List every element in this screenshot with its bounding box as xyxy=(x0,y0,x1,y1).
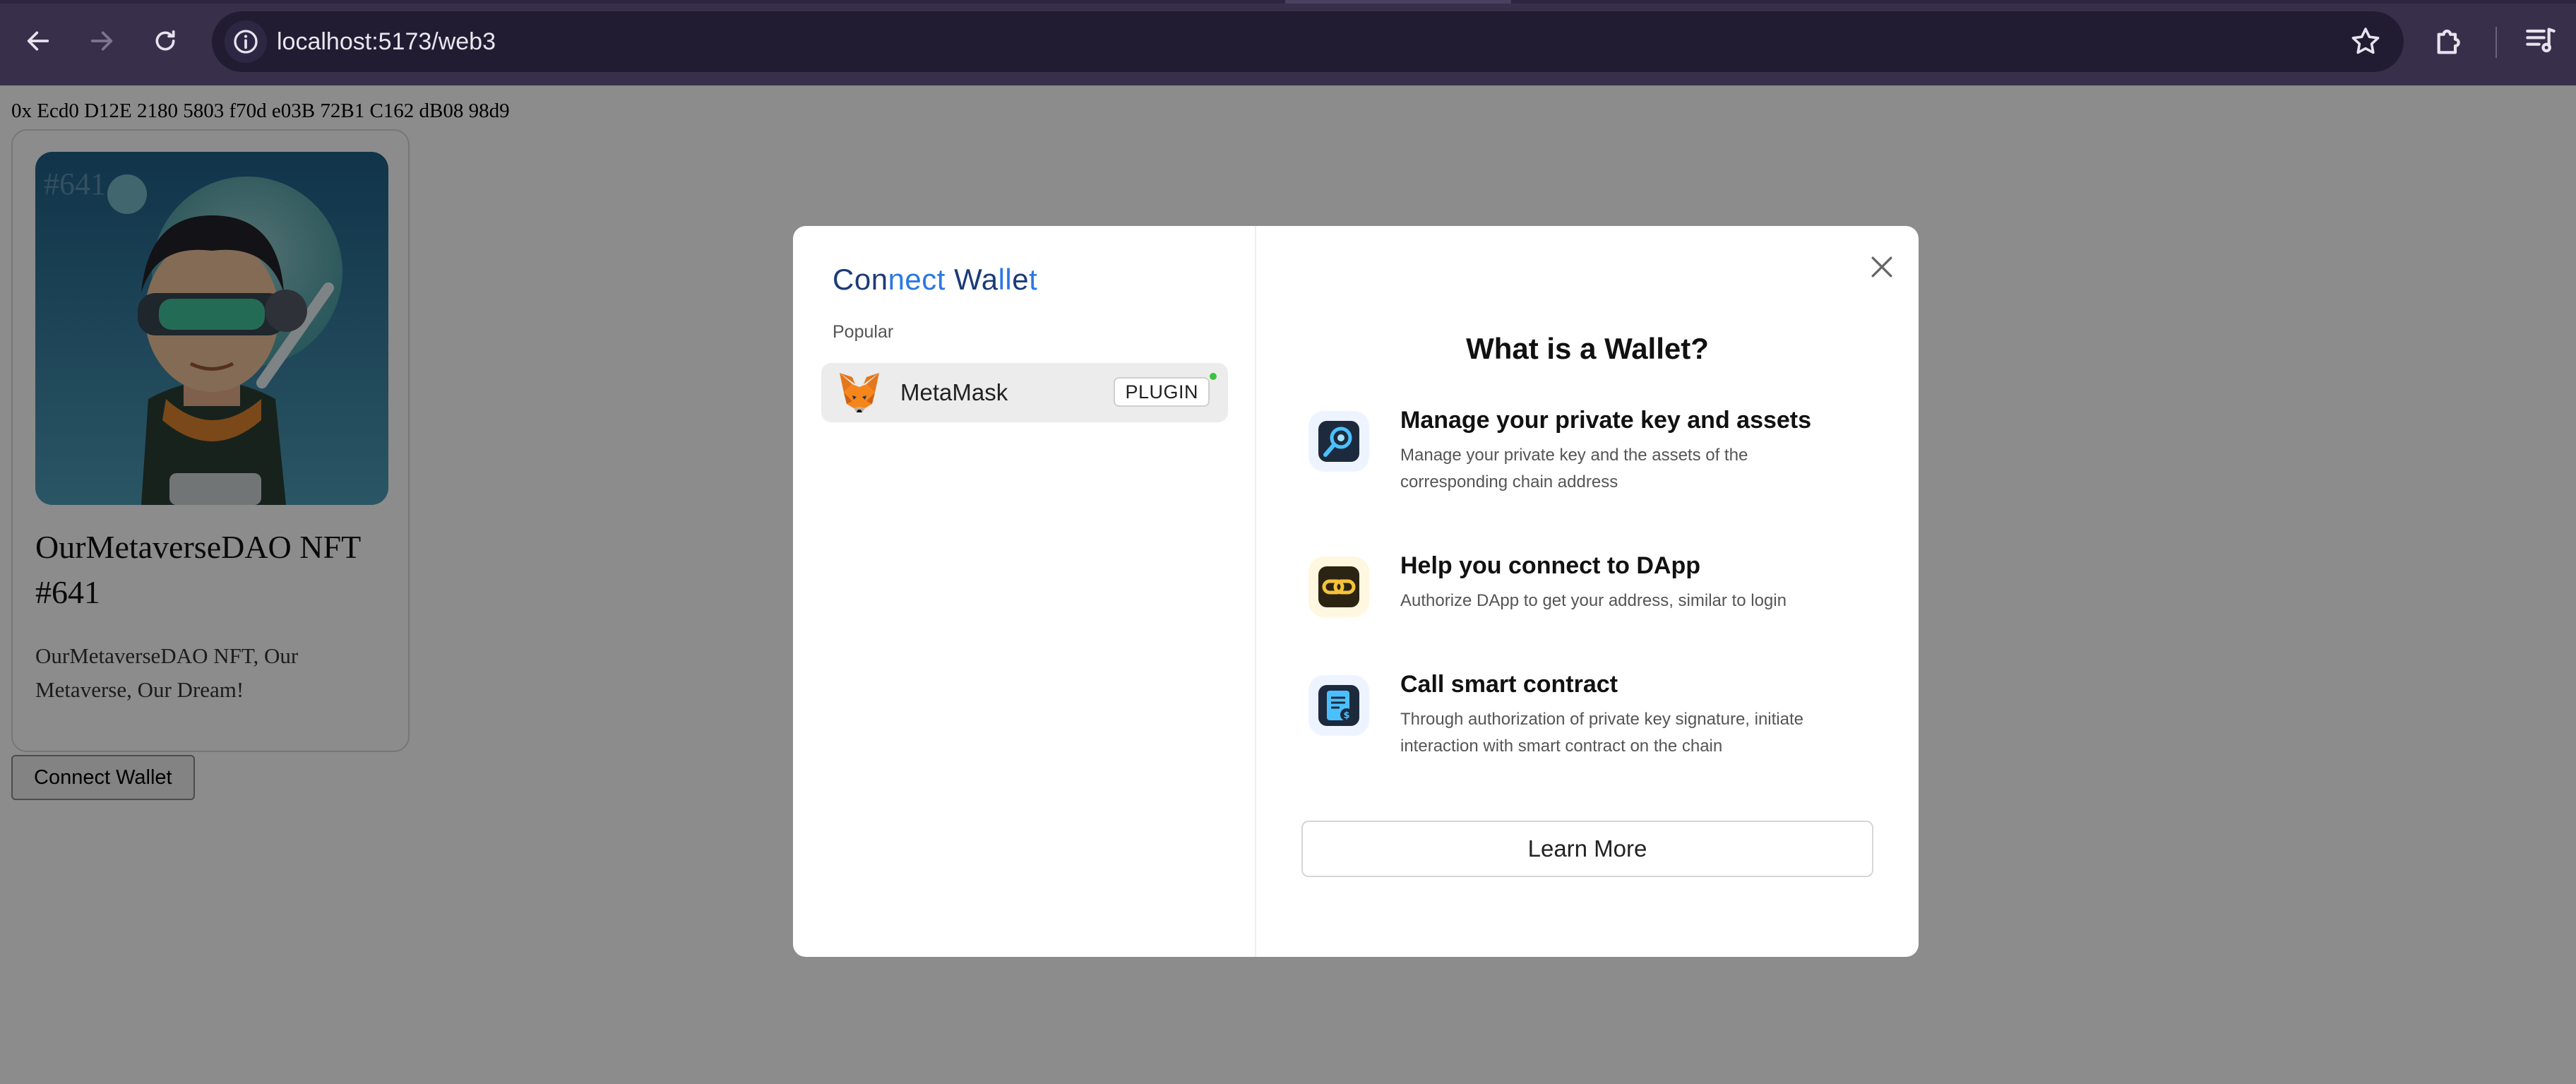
forward-button[interactable] xyxy=(79,18,124,64)
puzzle-icon[interactable] xyxy=(2431,21,2470,61)
feature-description: Authorize DApp to get your address, simi… xyxy=(1400,591,1787,610)
wallet-option-metamask[interactable]: MetaMask PLUGIN xyxy=(821,363,1228,422)
site-info-button[interactable] xyxy=(225,20,267,63)
title-part: Wa xyxy=(945,263,998,296)
link-icon xyxy=(1308,556,1369,617)
learn-more-button[interactable]: Learn More xyxy=(1301,821,1873,877)
close-icon xyxy=(1871,256,1892,278)
reload-button[interactable] xyxy=(143,18,188,64)
info-title: What is a Wallet? xyxy=(1466,332,1709,365)
title-part: ll xyxy=(998,263,1013,296)
svg-text:$: $ xyxy=(1343,710,1349,721)
modal-title: Connect Wallet xyxy=(833,263,1037,297)
address-bar[interactable]: localhost:5173/web3 xyxy=(212,11,2404,72)
feature-title: Manage your private key and assets xyxy=(1400,407,1812,434)
title-part: nect xyxy=(888,263,946,296)
media-controls-icon[interactable] xyxy=(2521,21,2560,61)
site-info-icon xyxy=(234,30,258,54)
metamask-fox-icon xyxy=(837,371,882,414)
reload-icon xyxy=(155,30,175,51)
title-part: t xyxy=(1029,263,1038,296)
feature-title: Call smart contract xyxy=(1400,671,1618,698)
connect-wallet-modal: Connect Wallet Popular MetaMask PLUGIN W… xyxy=(793,226,1919,957)
feature-title: Help you connect to DApp xyxy=(1400,552,1700,579)
star-icon[interactable] xyxy=(2349,25,2383,59)
wallet-list-panel: Connect Wallet Popular MetaMask PLUGIN xyxy=(793,226,1256,957)
feature-description: Manage your private key and the assets o… xyxy=(1400,446,1748,492)
contract-icon: $ xyxy=(1308,675,1369,736)
arrow-left-icon xyxy=(27,31,49,51)
online-status-indicator xyxy=(1210,373,1217,380)
close-button[interactable] xyxy=(1866,251,1897,282)
key-search-icon xyxy=(1308,411,1369,472)
group-label-popular: Popular xyxy=(833,322,894,342)
wallet-name: MetaMask xyxy=(900,379,1008,405)
wallet-info-panel: What is a Wallet? Manage your private ke… xyxy=(1256,226,1919,957)
title-part: Con xyxy=(833,263,888,296)
arrow-right-icon xyxy=(90,31,113,51)
back-button[interactable] xyxy=(16,18,61,64)
toolbar-divider xyxy=(2496,27,2497,58)
feature-description: Through authorization of private key sig… xyxy=(1400,710,1803,756)
tab-indicator[interactable] xyxy=(1285,0,1511,4)
url-text[interactable]: localhost:5173/web3 xyxy=(277,11,496,72)
title-part: e xyxy=(1012,263,1030,296)
plugin-badge: PLUGIN xyxy=(1114,377,1210,407)
browser-toolbar: localhost:5173/web3 xyxy=(0,0,2576,85)
